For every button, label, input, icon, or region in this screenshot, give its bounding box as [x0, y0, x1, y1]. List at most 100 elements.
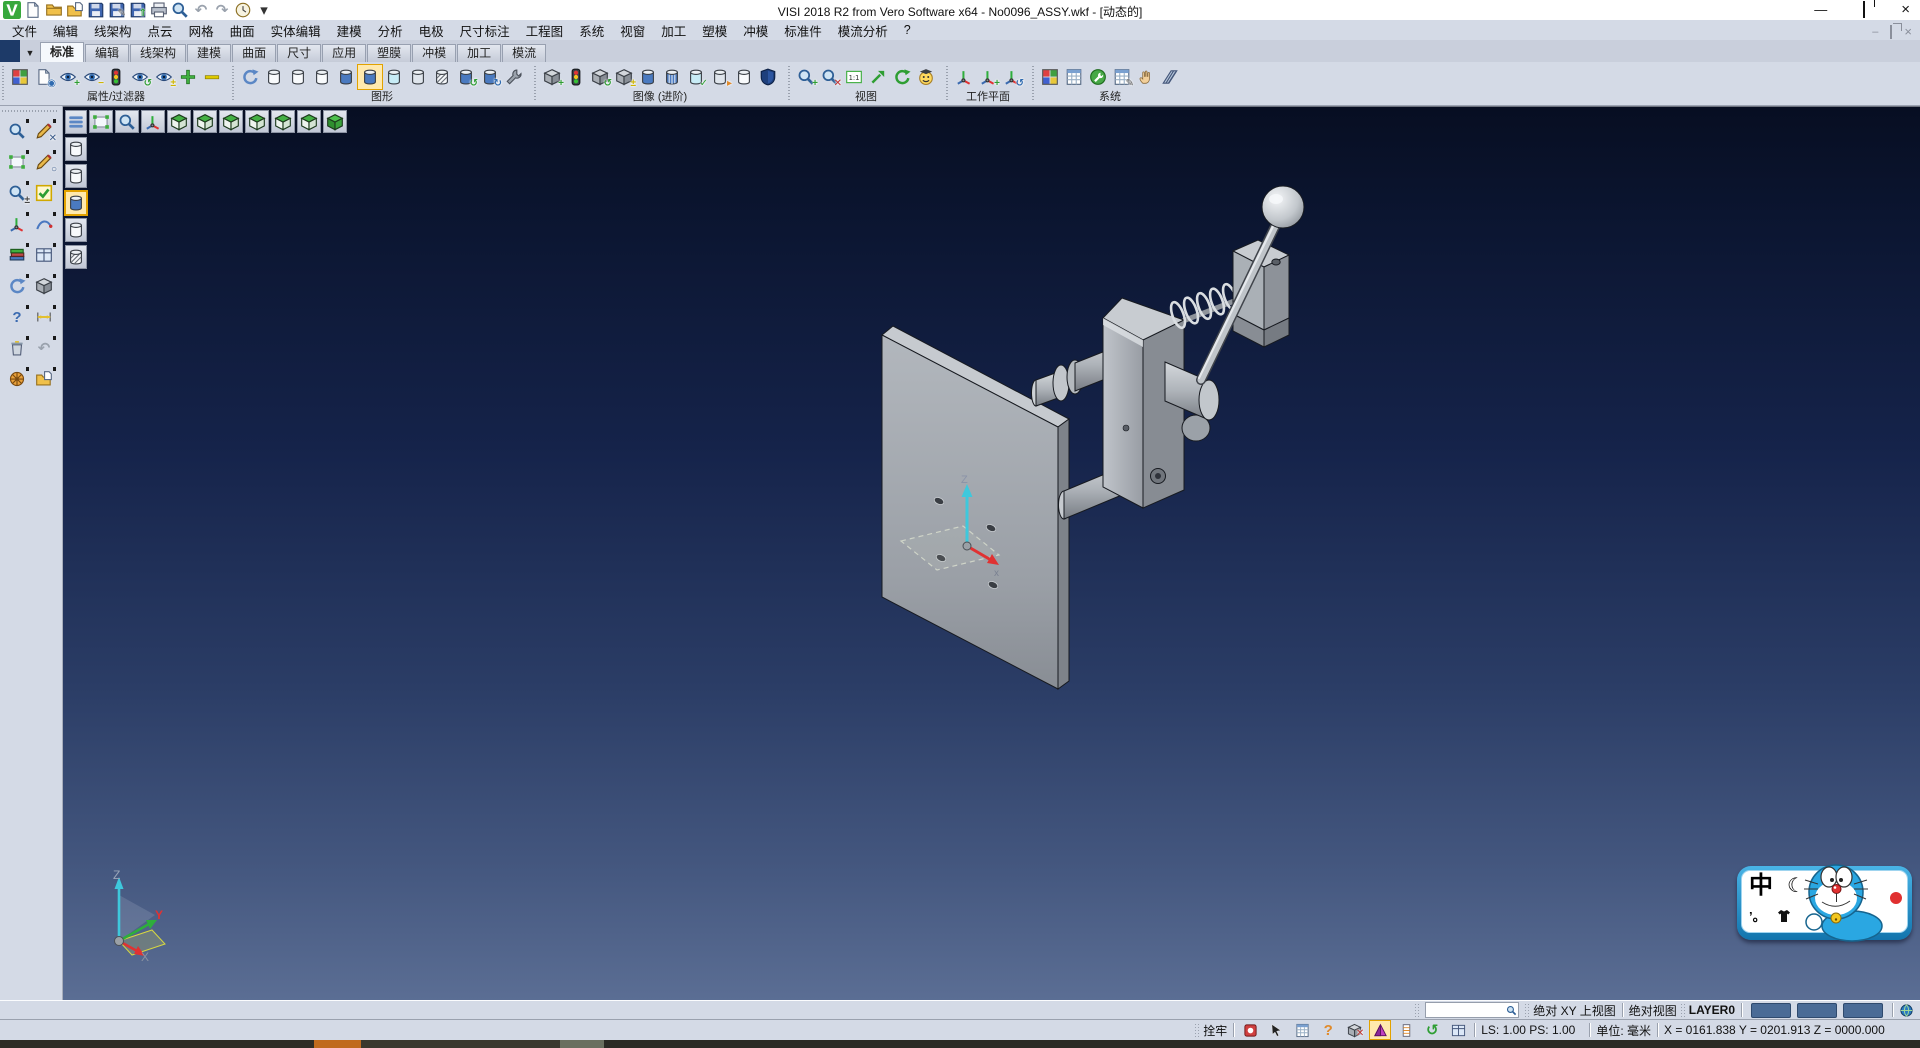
layer-bar-icon[interactable]: [1396, 1021, 1416, 1039]
tab-9[interactable]: 加工: [457, 44, 501, 62]
refresh-view-icon[interactable]: [890, 65, 914, 89]
color-table-icon[interactable]: [1038, 65, 1062, 89]
regen-refresh-icon[interactable]: [4, 273, 30, 299]
snap-box-icon[interactable]: ✕: [1344, 1021, 1364, 1039]
tab-2[interactable]: 线架构: [130, 44, 186, 62]
menu-item-0[interactable]: 文件: [4, 19, 45, 42]
measure-distance-icon[interactable]: [31, 304, 57, 330]
hide-all-minus-icon[interactable]: [200, 65, 224, 89]
menu-item-15[interactable]: 塑模: [694, 19, 735, 42]
zoom-window-icon[interactable]: [115, 110, 139, 133]
wireframe-view-icon[interactable]: [262, 65, 286, 89]
menu-item-6[interactable]: 实体编辑: [263, 19, 329, 42]
solid-cube-icon[interactable]: [31, 273, 57, 299]
tab-10[interactable]: 模流: [502, 44, 546, 62]
redo-icon[interactable]: ↷: [213, 1, 231, 19]
tab-7[interactable]: 塑膜: [367, 44, 411, 62]
menu-item-5[interactable]: 曲面: [222, 19, 263, 42]
help-question-icon[interactable]: ?: [4, 304, 30, 330]
spline-pencil-icon[interactable]: [31, 211, 57, 237]
entity-attributes-icon[interactable]: [8, 65, 32, 89]
workplane-entity-icon[interactable]: +: [976, 65, 1000, 89]
line-style-table-icon[interactable]: [1062, 65, 1086, 89]
delete-trash-icon[interactable]: [4, 335, 30, 361]
tab-8[interactable]: 冲模: [412, 44, 456, 62]
child-restore-button[interactable]: [1890, 22, 1892, 42]
viewport-3d[interactable]: Z x Z Y X: [62, 106, 1920, 1001]
display-hatch-icon[interactable]: [65, 245, 87, 269]
close-button[interactable]: ×: [1901, 0, 1910, 20]
minimize-button[interactable]: —: [1814, 0, 1827, 20]
color-swatch-0[interactable]: [1751, 1003, 1791, 1018]
child-close-button[interactable]: ×: [1904, 22, 1912, 42]
view-iso-icon[interactable]: [323, 110, 347, 133]
child-minimize-button[interactable]: –: [1872, 22, 1878, 42]
search-input[interactable]: [1426, 1004, 1506, 1016]
context-help-icon[interactable]: ?: [1318, 1021, 1338, 1039]
ime-sticker-panel[interactable]: 中 ☾ ’。: [1737, 866, 1912, 940]
solid-verified-icon[interactable]: ✓: [684, 65, 708, 89]
navigation-wheel-icon[interactable]: [4, 366, 30, 392]
view-top-icon[interactable]: [167, 110, 191, 133]
bounding-shield-icon[interactable]: [756, 65, 780, 89]
menu-item-14[interactable]: 加工: [653, 19, 694, 42]
menu-item-1[interactable]: 编辑: [45, 19, 86, 42]
pick-cursor-icon[interactable]: [1266, 1021, 1286, 1039]
hatch-view-icon[interactable]: [430, 65, 454, 89]
search-box[interactable]: [1425, 1002, 1519, 1018]
point-select-icon[interactable]: [1134, 65, 1158, 89]
undo-icon[interactable]: ↶: [192, 1, 210, 19]
visi-logo-icon[interactable]: [3, 1, 21, 19]
display-wireframe-icon[interactable]: [65, 137, 87, 161]
dynamic-rotate-icon[interactable]: ↺: [1422, 1021, 1442, 1039]
undo-gray-icon[interactable]: ↶: [31, 335, 57, 361]
mesh-ramp-icon[interactable]: [1158, 65, 1182, 89]
menu-item-19[interactable]: ?: [896, 21, 919, 39]
hidden-line-view-icon[interactable]: [286, 65, 310, 89]
view-mode-status[interactable]: 绝对视图: [1629, 1002, 1677, 1019]
system-settings-icon[interactable]: [1086, 65, 1110, 89]
color-swatch-1[interactable]: [1797, 1003, 1837, 1018]
workplane-status[interactable]: 绝对 XY 上视图: [1533, 1002, 1615, 1019]
show-all-plus-icon[interactable]: [176, 65, 200, 89]
zoom-preview-icon[interactable]: [4, 118, 30, 144]
menu-item-3[interactable]: 点云: [140, 19, 181, 42]
tab-4[interactable]: 曲面: [232, 44, 276, 62]
preview-icon[interactable]: [171, 1, 189, 19]
menu-item-16[interactable]: 冲模: [735, 19, 776, 42]
draw-ellipse-icon[interactable]: ○: [31, 149, 57, 175]
ime-punctuation[interactable]: ’。: [1749, 906, 1766, 925]
workplane-standard-icon[interactable]: [952, 65, 976, 89]
workplane-pyramid-icon[interactable]: [1370, 1021, 1390, 1039]
save-all-icon[interactable]: ⇑: [129, 1, 147, 19]
menu-item-11[interactable]: 工程图: [518, 19, 572, 42]
zoom-in-icon[interactable]: +: [794, 65, 818, 89]
dashed-hidden-view-icon[interactable]: [310, 65, 334, 89]
record-icon[interactable]: [1240, 1021, 1260, 1039]
display-shaded-icon[interactable]: [65, 191, 87, 215]
menu-item-17[interactable]: 标准件: [776, 19, 830, 42]
history-icon[interactable]: [234, 1, 252, 19]
tab-1[interactable]: 编辑: [85, 44, 129, 62]
grid-table-icon[interactable]: [1292, 1021, 1312, 1039]
graphics-settings-icon[interactable]: [502, 65, 526, 89]
menu-item-10[interactable]: 尺寸标注: [452, 19, 518, 42]
render-quality-icon[interactable]: [914, 65, 938, 89]
color-swatch-2[interactable]: [1843, 1003, 1883, 1018]
filter-traffic-icon[interactable]: [104, 65, 128, 89]
zoom-actual-icon[interactable]: [842, 65, 866, 89]
solid-striped-icon[interactable]: [660, 65, 684, 89]
tab-3[interactable]: 建模: [187, 44, 231, 62]
visibility-refresh-icon[interactable]: ↺: [128, 65, 152, 89]
lock-toggle[interactable]: 拴牢: [1203, 1022, 1227, 1039]
save-as-icon[interactable]: ✎: [108, 1, 126, 19]
view-right-icon[interactable]: [245, 110, 269, 133]
regen-solids-icon[interactable]: ↺: [454, 65, 478, 89]
toolbar-options-caret[interactable]: ▾: [255, 1, 273, 19]
display-flat-icon[interactable]: [65, 218, 87, 242]
tab-list-caret[interactable]: ▼: [20, 44, 40, 62]
new-file-icon[interactable]: [24, 1, 42, 19]
view-back-icon[interactable]: [271, 110, 295, 133]
hide-remove-icon[interactable]: −: [80, 65, 104, 89]
restore-button[interactable]: [1863, 0, 1865, 20]
